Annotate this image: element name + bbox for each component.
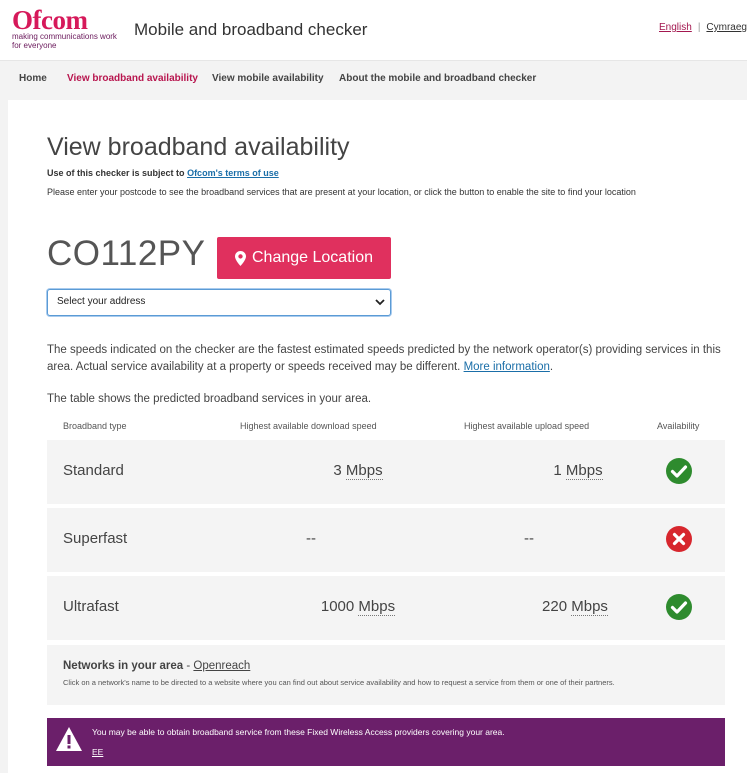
lang-english-link[interactable]: English xyxy=(659,22,692,33)
col-header-availability: Availability xyxy=(657,421,700,431)
postcode-display: CO112PY xyxy=(47,234,206,273)
main-nav: Home View broadband availability View mo… xyxy=(0,61,747,97)
logo-tagline: making communications work xyxy=(12,32,117,41)
warning-icon xyxy=(56,727,82,751)
fwa-message: You may be able to obtain broadband serv… xyxy=(92,727,505,737)
check-icon xyxy=(666,594,692,620)
nav-home[interactable]: Home xyxy=(19,73,47,84)
speed-disclaimer: The speeds indicated on the checker are … xyxy=(47,344,721,373)
broadband-type: Ultrafast xyxy=(63,598,119,615)
speed-unit: Mbps xyxy=(565,462,603,480)
broadband-type: Standard xyxy=(63,462,124,479)
map-pin-icon xyxy=(235,250,246,266)
download-speed: -- xyxy=(306,530,316,547)
change-location-button[interactable]: Change Location xyxy=(217,237,391,279)
upload-speed: -- xyxy=(524,530,534,547)
speed-unit: Mbps xyxy=(571,598,608,616)
logo-tagline-2: for everyone xyxy=(12,41,57,50)
download-speed: 1000 Mbps xyxy=(320,598,396,616)
change-location-label: Change Location xyxy=(252,249,373,266)
speed-unit: Mbps xyxy=(358,598,396,616)
upload-speed: 1 Mbps xyxy=(553,462,603,480)
networks-section: Networks in your area - Openreach Click … xyxy=(47,645,725,705)
disclaimer-text: The speeds indicated on the checker are … xyxy=(47,344,721,373)
nav-broadband[interactable]: View broadband availability xyxy=(67,73,198,84)
nav-mobile[interactable]: View mobile availability xyxy=(212,73,324,84)
language-switcher: English | Cymraeg xyxy=(659,22,747,33)
more-information-link[interactable]: More information xyxy=(464,361,550,373)
fwa-provider-ee-link[interactable]: EE xyxy=(92,747,103,757)
nav-about[interactable]: About the mobile and broadband checker xyxy=(339,73,536,84)
terms-link[interactable]: Ofcom's terms of use xyxy=(187,168,279,178)
speed-unit: Mbps xyxy=(345,462,383,480)
chevron-down-icon xyxy=(375,299,385,306)
check-icon xyxy=(666,458,692,484)
cross-icon xyxy=(666,526,692,552)
network-openreach-link[interactable]: Openreach xyxy=(193,660,250,672)
site-title: Mobile and broadband checker xyxy=(134,20,368,39)
lang-divider: | xyxy=(697,22,701,33)
networks-heading: Networks in your area - Openreach xyxy=(63,660,251,672)
table-row: Standard 3 Mbps 1 Mbps xyxy=(47,440,725,504)
col-header-upload: Highest available upload speed xyxy=(464,421,590,431)
page-title: View broadband availability xyxy=(47,133,350,161)
table-row: Ultrafast 1000 Mbps 220 Mbps xyxy=(47,576,725,640)
broadband-type: Superfast xyxy=(63,530,128,547)
lang-welsh-link[interactable]: Cymraeg xyxy=(706,22,747,33)
instructions: Please enter your postcode to see the br… xyxy=(47,187,636,197)
col-header-type: Broadband type xyxy=(63,421,127,431)
logo-wordmark: Ofcom xyxy=(12,5,88,35)
networks-description: Click on a network's name to be directed… xyxy=(63,678,615,687)
upload-speed: 220 Mbps xyxy=(542,598,608,616)
address-select[interactable]: Select your address xyxy=(47,289,391,316)
col-header-download: Highest available download speed xyxy=(240,421,377,431)
terms-notice: Use of this checker is subject to Ofcom'… xyxy=(47,168,279,178)
table-intro: The table shows the predicted broadband … xyxy=(47,393,372,405)
address-select-value: Select your address xyxy=(57,296,146,307)
download-speed: 3 Mbps xyxy=(333,462,383,480)
table-row: Superfast -- -- xyxy=(47,508,725,572)
site-header: Ofcom making communications work for eve… xyxy=(0,0,747,61)
terms-text: Use of this checker is subject to xyxy=(47,168,185,178)
fwa-banner: You may be able to obtain broadband serv… xyxy=(47,718,725,766)
ofcom-logo[interactable]: Ofcom making communications work for eve… xyxy=(12,5,122,54)
